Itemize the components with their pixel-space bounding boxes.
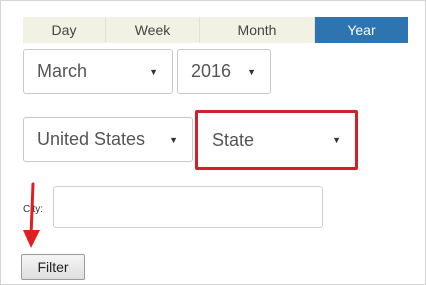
tab-year[interactable]: Year — [315, 17, 408, 43]
tab-month[interactable]: Month — [200, 17, 315, 43]
tab-week[interactable]: Week — [106, 17, 200, 43]
month-select-value: March — [37, 61, 88, 81]
year-select-value: 2016 — [191, 61, 232, 81]
chevron-down-icon: ▼ — [247, 66, 256, 77]
tab-day[interactable]: Day — [23, 17, 106, 43]
year-select[interactable]: 2016 ▼ — [177, 49, 271, 94]
chevron-down-icon: ▼ — [149, 66, 158, 77]
country-select-value: United States — [37, 129, 146, 149]
filter-button[interactable]: Filter — [21, 254, 85, 280]
state-highlight-box — [195, 110, 358, 170]
period-tabs: Day Week Month Year — [23, 17, 408, 43]
chevron-down-icon: ▼ — [169, 134, 178, 145]
country-select[interactable]: United States ▼ — [23, 117, 193, 162]
city-input[interactable] — [53, 186, 323, 228]
down-arrow-icon — [23, 182, 40, 248]
month-select[interactable]: March ▼ — [23, 49, 173, 94]
